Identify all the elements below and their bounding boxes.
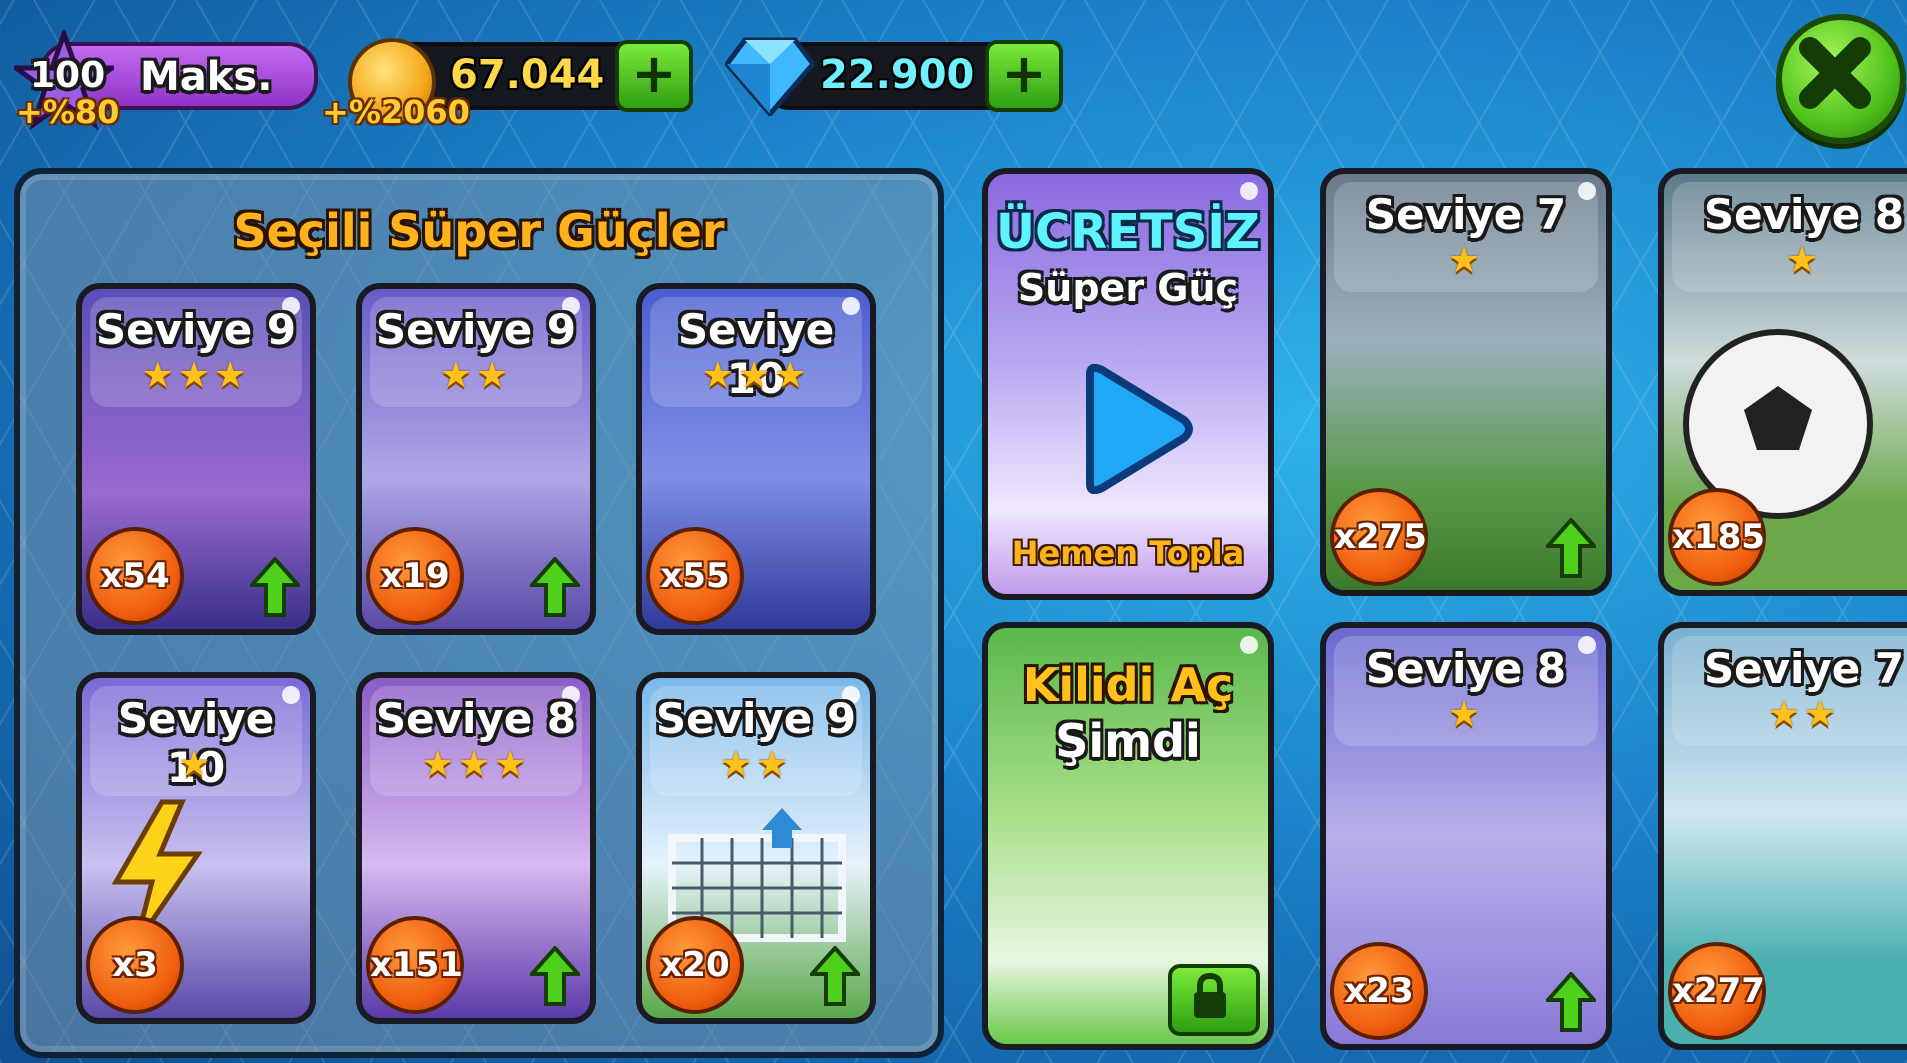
card-level: Seviye 8 — [375, 694, 577, 743]
free-power-card[interactable]: ÜCRETSİZ Süper Güç Hemen Topla — [982, 168, 1274, 600]
power-card-9[interactable]: Seviye 8 ★ x23 — [1320, 622, 1612, 1050]
power-card-2[interactable]: Seviye 9 ★★ x19 — [356, 283, 596, 635]
xp-max-label: Maks. — [140, 54, 273, 100]
power-card-6[interactable]: Seviye 9 ★★ x20 — [636, 672, 876, 1024]
card-stars: ★ — [177, 744, 215, 785]
card-count: x55 — [646, 527, 744, 625]
upgrade-arrow-icon — [530, 946, 580, 1006]
card-level: Seviye 9 — [655, 694, 857, 743]
panel-title: Seçili Süper Güçler — [233, 204, 725, 258]
upgrade-arrow-icon — [1546, 518, 1596, 578]
xp-bonus: +%80 — [16, 93, 120, 131]
card-stars: ★★★ — [421, 744, 531, 785]
card-count: x275 — [1330, 488, 1428, 586]
upgrade-arrow-icon — [1546, 972, 1596, 1032]
card-stars: ★★ — [1767, 694, 1841, 735]
free-card-title: ÜCRETSİZ — [996, 204, 1260, 260]
power-card-7[interactable]: Seviye 7 ★ x275 — [1320, 168, 1612, 596]
card-stars: ★ — [1447, 240, 1485, 281]
card-level: Seviye 8 — [1703, 190, 1905, 239]
card-stars: ★ — [1447, 694, 1485, 735]
card-stars: ★★★ — [141, 355, 251, 396]
lock-icon — [1194, 972, 1226, 1018]
collect-now-label: Hemen Topla — [1011, 534, 1245, 572]
unlock-button[interactable] — [1168, 964, 1260, 1036]
card-stars: ★★★ — [701, 355, 811, 396]
card-count: x151 — [366, 916, 464, 1014]
power-card-5[interactable]: Seviye 8 ★★★ x151 — [356, 672, 596, 1024]
card-count: x19 — [366, 527, 464, 625]
card-level: Seviye 7 — [1365, 190, 1567, 239]
unlock-card[interactable]: Kilidi Aç Şimdi — [982, 622, 1274, 1050]
card-stars: ★★ — [719, 744, 793, 785]
power-card-4[interactable]: Seviye 10 ★ x3 — [76, 672, 316, 1024]
power-card-10[interactable]: Seviye 7 ★★ x277 — [1658, 622, 1907, 1050]
free-card-subtitle: Süper Güç — [1017, 266, 1239, 310]
card-level: Seviye 9 — [95, 305, 297, 354]
card-count: x20 — [646, 916, 744, 1014]
card-count: x23 — [1330, 942, 1428, 1040]
upgrade-arrow-icon — [250, 557, 300, 617]
gem-balance: 22.900 — [820, 52, 975, 98]
xp-level: 100 — [30, 55, 106, 96]
card-count: x185 — [1668, 488, 1766, 586]
card-level: Seviye 8 — [1365, 644, 1567, 693]
card-level: Seviye 7 — [1703, 644, 1905, 693]
card-count: x277 — [1668, 942, 1766, 1040]
add-coins-button[interactable]: + — [615, 40, 693, 112]
power-card-3[interactable]: Seviye 10 ★★★ x55 — [636, 283, 876, 635]
upgrade-arrow-icon — [530, 557, 580, 617]
power-card-8[interactable]: Seviye 8 ★ x185 — [1658, 168, 1907, 596]
unlock-card-subtitle: Şimdi — [1055, 714, 1201, 768]
upgrade-arrow-icon — [810, 946, 860, 1006]
card-stars: ★ — [1785, 240, 1823, 281]
card-count: x3 — [86, 916, 184, 1014]
gem-icon — [725, 37, 815, 116]
add-gems-button[interactable]: + — [985, 40, 1063, 112]
coin-balance: 67.044 — [450, 52, 605, 98]
unlock-card-title: Kilidi Aç — [1022, 658, 1234, 712]
power-card-1[interactable]: Seviye 9 ★★★ x54 — [76, 283, 316, 635]
play-icon — [1086, 364, 1193, 494]
card-stars: ★★ — [439, 355, 513, 396]
close-icon — [1799, 37, 1871, 109]
coin-bonus: +%2060 — [322, 93, 470, 131]
card-level: Seviye 9 — [375, 305, 577, 354]
close-button[interactable] — [1776, 14, 1906, 144]
card-count: x54 — [86, 527, 184, 625]
